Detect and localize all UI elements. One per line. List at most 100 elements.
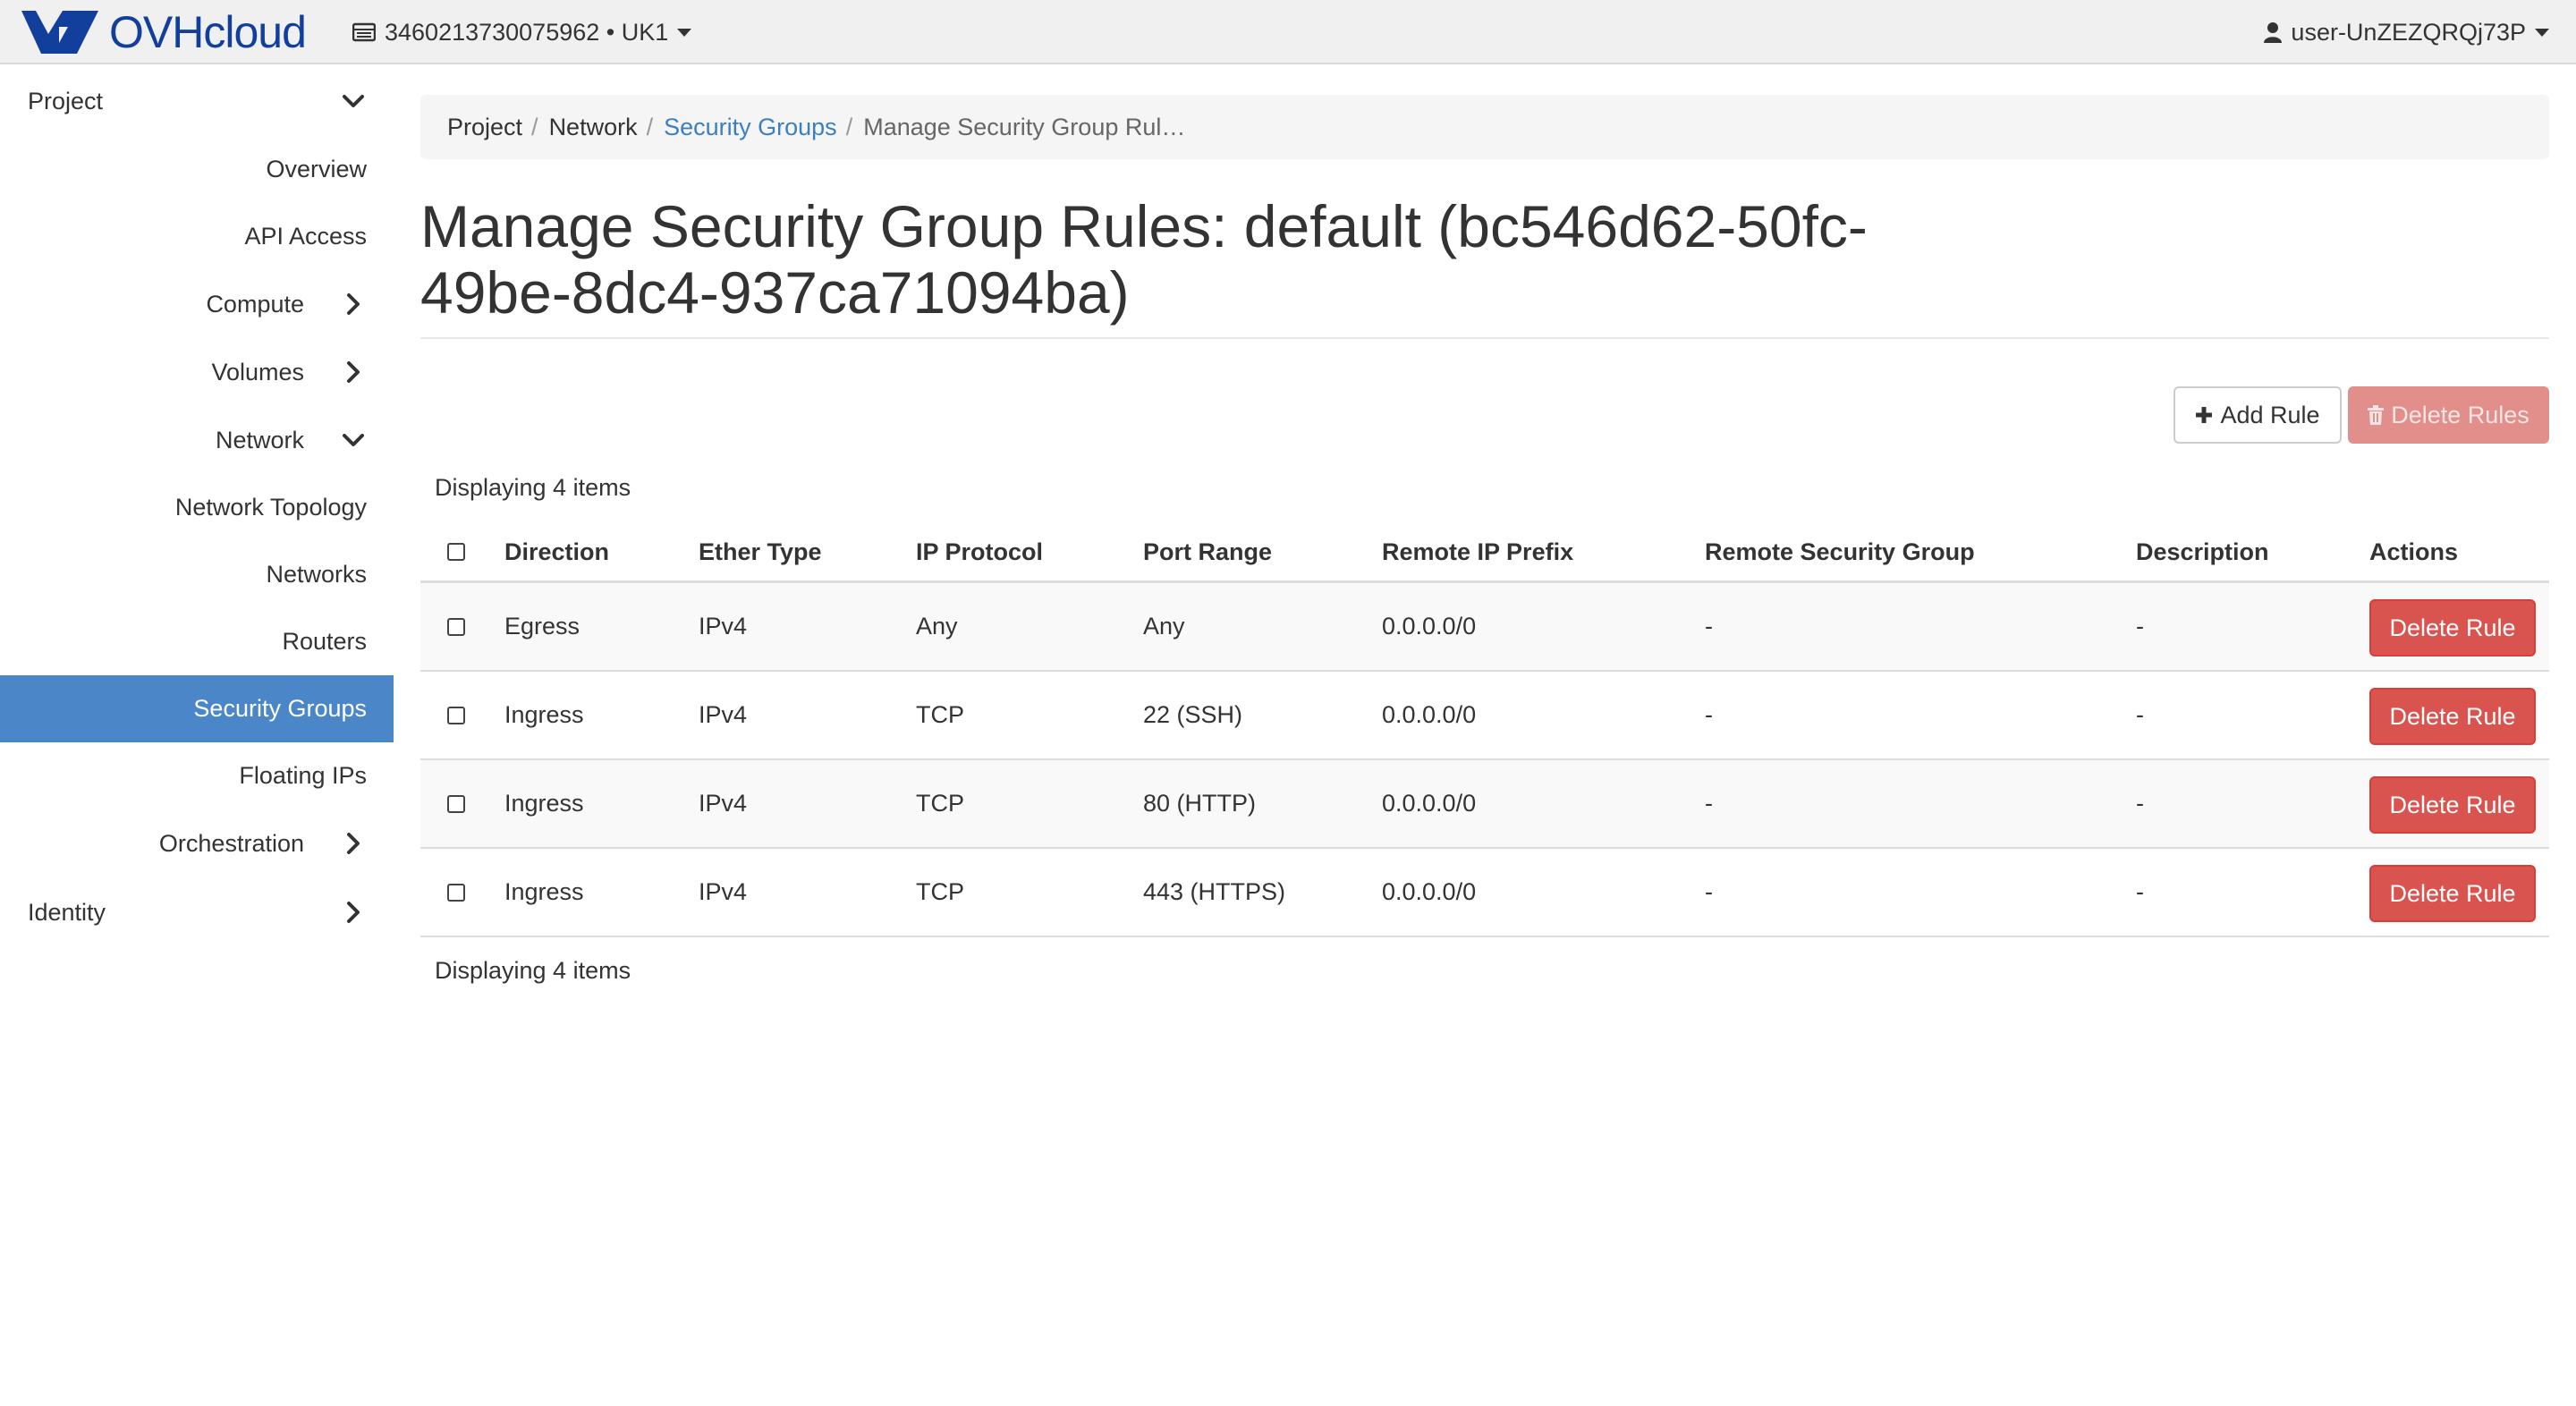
select-all-checkbox[interactable] bbox=[447, 543, 465, 561]
table-header: Direction Ether Type IP Protocol Port Ra… bbox=[420, 521, 2549, 583]
sidebar-item-orchestration[interactable]: Orchestration bbox=[0, 809, 394, 877]
title-divider bbox=[420, 337, 2549, 339]
sidebar-item-api-access[interactable]: API Access bbox=[0, 203, 394, 270]
project-selector[interactable]: 3460213730075962 • UK1 bbox=[352, 14, 692, 50]
delete-rules-button[interactable]: Delete Rules bbox=[2348, 386, 2549, 444]
rules-table: Direction Ether Type IP Protocol Port Ra… bbox=[420, 521, 2549, 937]
add-rule-button[interactable]: Add Rule bbox=[2174, 386, 2342, 444]
header-port-range[interactable]: Port Range bbox=[1143, 521, 1272, 583]
caret-down-icon bbox=[2535, 28, 2549, 37]
select-all-cell bbox=[447, 521, 465, 583]
delete-rule-button[interactable]: Delete Rule bbox=[2369, 776, 2536, 834]
header-description[interactable]: Description bbox=[2136, 521, 2269, 583]
ovh-logo-icon bbox=[21, 11, 98, 54]
server-icon bbox=[352, 22, 376, 42]
breadcrumb-network: Network bbox=[548, 113, 638, 140]
sidebar-item-label: Identity bbox=[28, 898, 106, 926]
sidebar-item-identity[interactable]: Identity bbox=[0, 877, 394, 947]
chevron-down-icon bbox=[343, 95, 364, 107]
breadcrumb: Project / Network / Security Groups / Ma… bbox=[420, 95, 2549, 159]
chevron-down-icon bbox=[343, 434, 364, 446]
row-checkbox[interactable] bbox=[447, 617, 465, 636]
sidebar: Project Overview API Access Compute Volu… bbox=[0, 66, 394, 947]
item-count-top: Displaying 4 items bbox=[435, 474, 631, 501]
cell-remote-security-group: - bbox=[1705, 613, 1713, 639]
row-checkbox[interactable] bbox=[447, 706, 465, 724]
breadcrumb-separator: / bbox=[531, 113, 538, 140]
sidebar-item-label: Floating IPs bbox=[239, 762, 367, 789]
cell-ip-protocol: Any bbox=[916, 613, 958, 639]
delete-rule-button[interactable]: Delete Rule bbox=[2369, 599, 2536, 656]
chevron-right-icon bbox=[347, 902, 360, 923]
sidebar-item-routers[interactable]: Routers bbox=[0, 608, 394, 675]
cell-description: - bbox=[2136, 701, 2144, 728]
cell-port-range: 80 (HTTP) bbox=[1143, 790, 1257, 817]
cell-description: - bbox=[2136, 878, 2144, 905]
sidebar-item-project[interactable]: Project bbox=[0, 66, 394, 136]
sidebar-item-label: Overview bbox=[266, 156, 367, 182]
trash-icon bbox=[2368, 405, 2385, 425]
add-rule-label: Add Rule bbox=[2220, 401, 2320, 428]
sidebar-item-overview[interactable]: Overview bbox=[0, 136, 394, 203]
cell-ether-type: IPv4 bbox=[699, 878, 748, 905]
sidebar-item-compute[interactable]: Compute bbox=[0, 270, 394, 338]
cell-port-range: Any bbox=[1143, 613, 1185, 639]
sidebar-item-networks[interactable]: Networks bbox=[0, 541, 394, 608]
user-menu-label: user-UnZEZQRQj73P bbox=[2291, 18, 2526, 46]
cell-remote-ip-prefix: 0.0.0.0/0 bbox=[1382, 878, 1477, 905]
project-selector-label: 3460213730075962 • UK1 bbox=[385, 18, 669, 46]
breadcrumb-current: Manage Security Group Rul… bbox=[863, 113, 1186, 140]
cell-description: - bbox=[2136, 790, 2144, 817]
cell-ether-type: IPv4 bbox=[699, 790, 748, 817]
row-checkbox[interactable] bbox=[447, 794, 465, 813]
cell-ip-protocol: TCP bbox=[916, 790, 964, 817]
sidebar-item-label: Orchestration bbox=[158, 829, 304, 857]
header-ip-protocol[interactable]: IP Protocol bbox=[916, 521, 1043, 583]
top-navbar: OVHcloud 3460213730075962 • UK1 user-UnZ… bbox=[0, 0, 2576, 64]
sidebar-item-label: Network bbox=[215, 426, 304, 453]
sidebar-item-label: Security Groups bbox=[193, 695, 367, 722]
cell-ip-protocol: TCP bbox=[916, 701, 964, 728]
cell-direction: Ingress bbox=[504, 701, 584, 728]
delete-rule-button[interactable]: Delete Rule bbox=[2369, 865, 2536, 922]
header-ether-type[interactable]: Ether Type bbox=[699, 521, 822, 583]
sidebar-item-network-topology[interactable]: Network Topology bbox=[0, 474, 394, 541]
row-select-cell bbox=[447, 672, 465, 758]
sidebar-item-label: Network Topology bbox=[174, 494, 367, 521]
sidebar-item-label: Volumes bbox=[211, 358, 304, 385]
user-icon bbox=[2264, 22, 2283, 43]
header-direction[interactable]: Direction bbox=[504, 521, 609, 583]
row-select-cell bbox=[447, 849, 465, 936]
cell-ip-protocol: TCP bbox=[916, 878, 964, 905]
brand-logo[interactable]: OVHcloud bbox=[18, 5, 307, 59]
delete-rule-button[interactable]: Delete Rule bbox=[2369, 688, 2536, 745]
row-select-cell bbox=[447, 583, 465, 670]
cell-remote-security-group: - bbox=[1705, 878, 1713, 905]
header-remote-security-group[interactable]: Remote Security Group bbox=[1705, 521, 1975, 583]
header-remote-ip-prefix[interactable]: Remote IP Prefix bbox=[1382, 521, 1573, 583]
caret-down-icon bbox=[677, 28, 692, 37]
chevron-right-icon bbox=[347, 361, 360, 383]
user-menu[interactable]: user-UnZEZQRQj73P bbox=[2264, 14, 2549, 50]
header-actions: Actions bbox=[2369, 538, 2459, 565]
page-title-line1: Manage Security Group Rules: default (bc… bbox=[420, 193, 1868, 259]
breadcrumb-project: Project bbox=[447, 113, 523, 140]
sidebar-item-security-groups[interactable]: Security Groups bbox=[0, 675, 394, 742]
cell-ether-type: IPv4 bbox=[699, 613, 748, 639]
breadcrumb-security-groups-link[interactable]: Security Groups bbox=[664, 114, 837, 141]
delete-rules-label: Delete Rules bbox=[2391, 401, 2529, 428]
sidebar-item-label: Compute bbox=[206, 290, 304, 318]
cell-port-range: 22 (SSH) bbox=[1143, 701, 1243, 728]
chevron-right-icon bbox=[347, 833, 360, 854]
page-title-line2: 49be-8dc4-937ca71094ba) bbox=[420, 259, 1130, 326]
row-checkbox[interactable] bbox=[447, 883, 465, 902]
breadcrumb-separator: / bbox=[845, 113, 853, 140]
sidebar-item-network[interactable]: Network bbox=[0, 406, 394, 474]
page-title: Manage Security Group Rules: default (bc… bbox=[420, 193, 2549, 326]
sidebar-item-label: API Access bbox=[244, 223, 367, 250]
cell-ether-type: IPv4 bbox=[699, 701, 748, 728]
sidebar-item-floating-ips[interactable]: Floating IPs bbox=[0, 742, 394, 809]
chevron-right-icon bbox=[347, 293, 360, 315]
table-row: Egress IPv4 Any Any 0.0.0.0/0 - - Delete… bbox=[420, 583, 2549, 672]
sidebar-item-volumes[interactable]: Volumes bbox=[0, 338, 394, 406]
